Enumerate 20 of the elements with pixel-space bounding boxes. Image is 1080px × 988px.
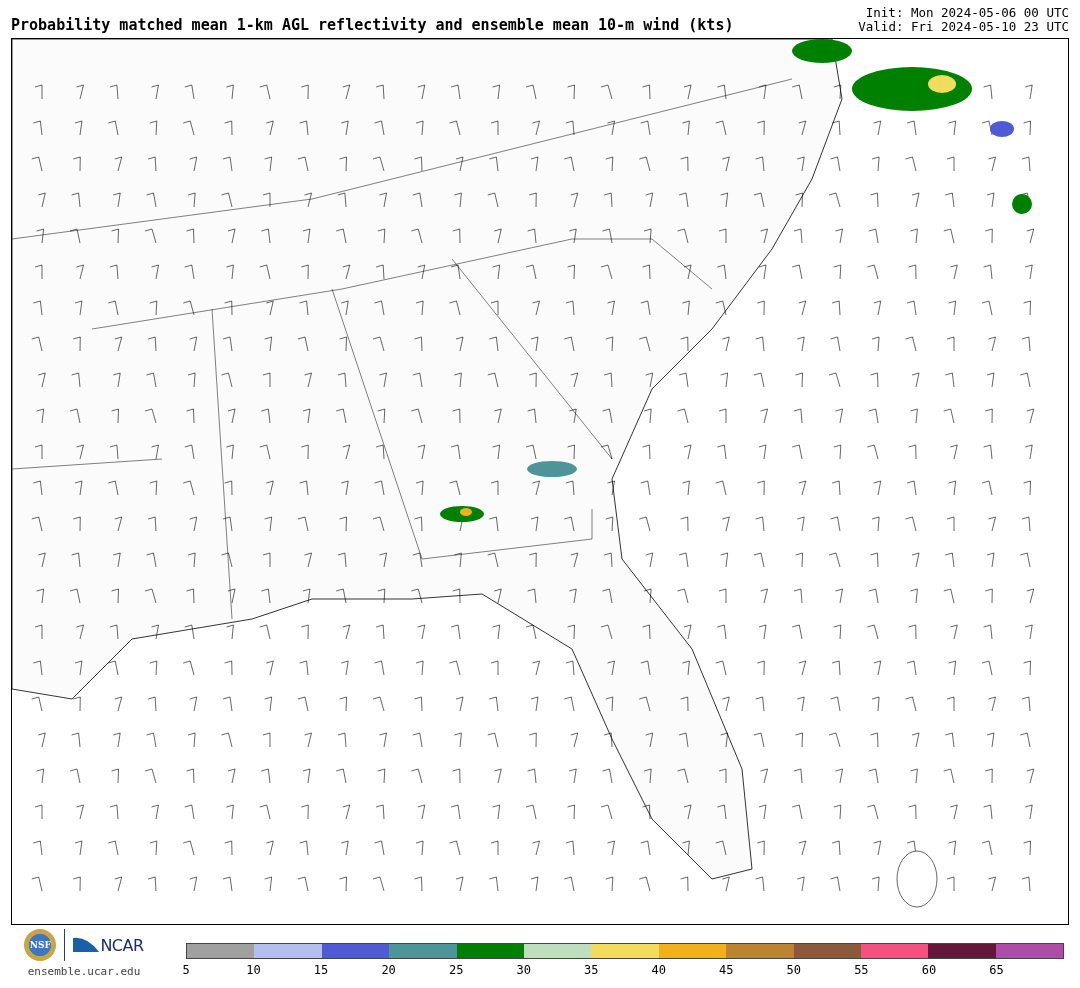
- colorbar-tick-label: 5: [182, 963, 190, 977]
- valid-time: Valid: Fri 2024-05-10 23 UTC: [858, 20, 1069, 34]
- swoosh-icon: [73, 936, 100, 954]
- colorbar-tick-label: 35: [584, 963, 599, 977]
- colorbar-tick-label: 25: [448, 963, 464, 977]
- colorbar-tick-label: 40: [651, 963, 666, 977]
- init-time: Init: Mon 2024-05-06 00 UTC: [865, 6, 1069, 20]
- colorbar-tick-label: 10: [246, 963, 261, 977]
- colorbar-tick-label: 65: [989, 963, 1004, 977]
- colorbar-tick-label: 60: [921, 963, 937, 977]
- colorbar-tick-label: 15: [313, 963, 329, 977]
- colorbar-tick-label: 30: [516, 963, 531, 977]
- colorbar-tick-label: 45: [719, 963, 734, 977]
- chart-title: Probability matched mean 1-km AGL reflectivity and ensemble mean 10-m wind (kts): [11, 16, 734, 34]
- nsf-logo: NSF: [24, 929, 57, 961]
- ncar-logo: NCAR: [100, 935, 144, 955]
- colorbar-tick-label: 50: [786, 963, 802, 977]
- site-url: ensemble.ucar.edu: [27, 965, 141, 978]
- colorbar-tick-label: 20: [381, 963, 396, 977]
- colorbar-tick-label: 55: [854, 963, 869, 977]
